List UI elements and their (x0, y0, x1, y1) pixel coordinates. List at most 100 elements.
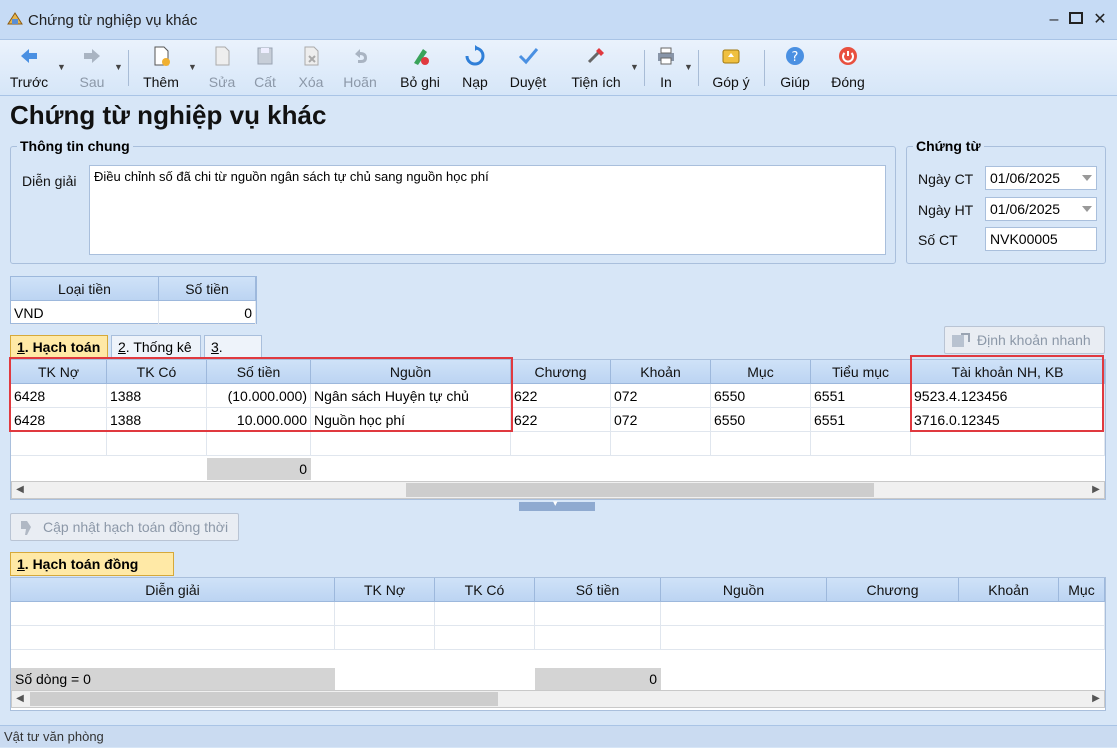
empty-cell[interactable] (661, 602, 1105, 626)
print-dropdown-icon[interactable]: ▼ (684, 62, 693, 72)
scroll-left-icon[interactable]: ◀ (12, 482, 28, 498)
currency-type-cell[interactable]: VND (11, 301, 159, 325)
update-concurrent-button[interactable]: Cập nhật hạch toán đồng thời (10, 513, 239, 541)
refresh-icon (465, 45, 485, 66)
table-cell[interactable]: 072 (611, 384, 711, 408)
empty-cell[interactable] (207, 432, 311, 456)
prev-button[interactable]: Trước (8, 44, 50, 94)
load-button[interactable]: Nạp (458, 44, 492, 94)
empty-cell[interactable] (335, 602, 435, 626)
utility-dropdown-icon[interactable]: ▼ (630, 62, 639, 72)
empty-cell[interactable] (435, 602, 535, 626)
currency-type-header: Loại tiền (11, 277, 159, 301)
maximize-icon (1069, 12, 1083, 24)
delete-button[interactable]: Xóa (294, 44, 328, 94)
tab-accounting-hotkey: 1 (17, 339, 25, 355)
empty-cell[interactable] (535, 602, 661, 626)
col-section[interactable]: Mục (711, 360, 811, 384)
concurrent-grid-scrollbar[interactable]: ◀ ▶ (11, 690, 1105, 708)
approve-button[interactable]: Duyệt (506, 44, 550, 94)
save-button[interactable]: Cất (250, 44, 280, 94)
col-subsection[interactable]: Tiểu mục (811, 360, 911, 384)
empty-cell[interactable] (335, 626, 435, 650)
col-amount[interactable]: Số tiền (535, 578, 661, 602)
empty-cell[interactable] (11, 626, 335, 650)
scroll-right-icon[interactable]: ▶ (1088, 691, 1104, 707)
prev-dropdown-icon[interactable]: ▼ (57, 62, 66, 72)
tab-statistics-label: . Thống kê (125, 339, 192, 355)
next-dropdown-icon[interactable]: ▼ (114, 62, 123, 72)
edit-document-icon (215, 46, 230, 66)
description-field[interactable]: Điều chỉnh số đã chi từ nguồn ngân sách … (89, 165, 886, 255)
table-cell[interactable]: 6550 (711, 384, 811, 408)
col-item[interactable]: Khoản (611, 360, 711, 384)
col-chapter[interactable]: Chương (511, 360, 611, 384)
empty-cell[interactable] (811, 432, 911, 456)
table-cell[interactable]: 6550 (711, 408, 811, 432)
col-description[interactable]: Diễn giải (11, 578, 335, 602)
tab-accounting-label: . Hạch toán (24, 339, 101, 355)
col-chapter[interactable]: Chương (827, 578, 959, 602)
feedback-icon (722, 49, 740, 64)
tab-statistics[interactable]: 2. Thống kê (111, 335, 201, 359)
utility-button[interactable]: Tiện ích (568, 44, 624, 94)
next-button[interactable]: Sau (76, 44, 108, 94)
table-cell[interactable]: 6551 (811, 408, 911, 432)
col-item[interactable]: Khoản (959, 578, 1059, 602)
empty-cell[interactable] (711, 432, 811, 456)
tab-accounting[interactable]: 1. Hạch toán (10, 335, 108, 359)
floppy-disk-icon (257, 47, 273, 65)
voucher-date-picker[interactable]: 01/06/2025 (985, 166, 1097, 190)
close-button[interactable]: Đóng (828, 44, 868, 94)
table-cell[interactable]: 622 (511, 408, 611, 432)
splitter-handle[interactable]: ▾ (519, 498, 595, 511)
voucher-number-field[interactable]: NVK00005 (985, 227, 1097, 251)
empty-cell[interactable] (911, 432, 1105, 456)
unpost-button[interactable]: Bỏ ghi (396, 44, 444, 94)
close-window-button[interactable]: ✕ (1092, 12, 1108, 28)
checkmark-icon (518, 48, 539, 65)
scroll-thumb[interactable] (406, 483, 874, 497)
help-button[interactable]: ? Giúp (776, 44, 814, 94)
voucher-date-value: 01/06/2025 (990, 170, 1061, 186)
add-dropdown-icon[interactable]: ▼ (188, 62, 197, 72)
empty-cell[interactable] (511, 432, 611, 456)
undo-button[interactable]: Hoãn (340, 44, 380, 94)
add-button[interactable]: Thêm (140, 44, 182, 94)
highlight-box (9, 357, 513, 432)
col-debit-account[interactable]: TK Nợ (335, 578, 435, 602)
maximize-button[interactable] (1068, 12, 1084, 28)
table-cell[interactable]: 072 (611, 408, 711, 432)
general-info-legend: Thông tin chung (17, 138, 133, 154)
accounting-grid-scrollbar[interactable]: ◀ ▶ (11, 481, 1105, 499)
edit-button[interactable]: Sửa (206, 44, 238, 94)
quick-entry-button[interactable]: Định khoản nhanh (944, 326, 1105, 354)
col-section[interactable]: Mục (1059, 578, 1105, 602)
tab-concurrent-accounting[interactable]: 1. Hạch toán đồng thời (10, 552, 174, 594)
table-cell[interactable]: 6551 (811, 384, 911, 408)
help-icon: ? (786, 47, 804, 65)
arrow-right-icon (84, 49, 100, 63)
posting-date-picker[interactable]: 01/06/2025 (985, 197, 1097, 221)
empty-cell[interactable] (535, 626, 661, 650)
tab-tax[interactable]: 3. Thuế (204, 335, 262, 377)
minimize-button[interactable]: – (1046, 12, 1062, 28)
currency-amount-cell[interactable]: 0 (159, 301, 256, 325)
scroll-left-icon[interactable]: ◀ (12, 691, 28, 707)
empty-cell[interactable] (311, 432, 511, 456)
empty-cell[interactable] (11, 602, 335, 626)
empty-cell[interactable] (611, 432, 711, 456)
toolbar-separator (764, 50, 765, 86)
empty-cell[interactable] (435, 626, 535, 650)
col-credit-account[interactable]: TK Có (435, 578, 535, 602)
scroll-thumb[interactable] (30, 692, 498, 706)
table-cell[interactable]: 622 (511, 384, 611, 408)
empty-cell[interactable] (107, 432, 207, 456)
scroll-right-icon[interactable]: ▶ (1088, 482, 1104, 498)
toolbar-separator (644, 50, 645, 86)
print-button[interactable]: In (652, 44, 680, 94)
empty-cell[interactable] (661, 626, 1105, 650)
feedback-button[interactable]: Góp ý (708, 44, 754, 94)
empty-cell[interactable] (11, 432, 107, 456)
col-source[interactable]: Nguồn (661, 578, 827, 602)
